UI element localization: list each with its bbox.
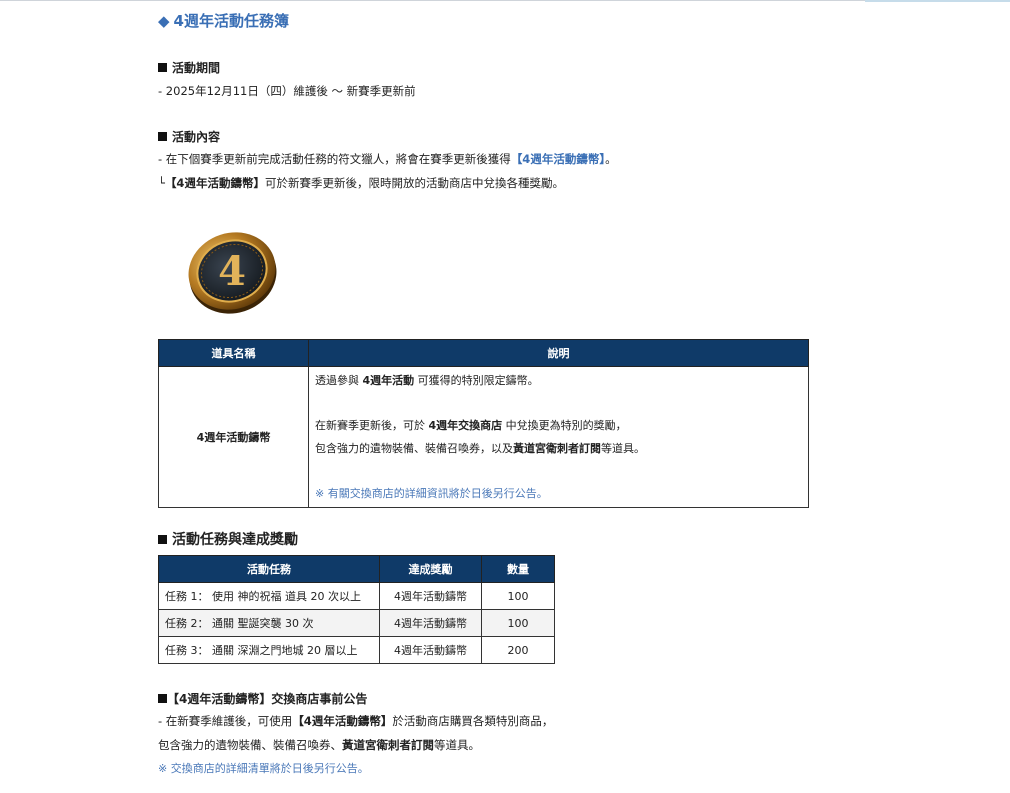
desc-line-1: 透過參與 4週年活動 可獲得的特別限定鑄幣。 bbox=[315, 374, 539, 387]
item-desc-cell: 透過參與 4週年活動 可獲得的特別限定鑄幣。 在新賽季更新後，可於 4週年交換商… bbox=[308, 366, 809, 508]
mission-qty-cell: 100 bbox=[481, 609, 555, 637]
top-border bbox=[0, 0, 1010, 1]
item-desc-header: 說明 bbox=[308, 339, 809, 367]
mission-reward-cell: 4週年活動鑄幣 bbox=[379, 609, 482, 637]
table-row: 任務 1： 使用 神的祝福 道具 20 次以上 4週年活動鑄幣 100 bbox=[158, 582, 555, 610]
shop-line-2: 包含強力的遺物裝備、裝備召喚券、黃道宮衛刺者訂閱等道具。 bbox=[158, 738, 480, 752]
period-heading: 活動期間 bbox=[158, 59, 220, 77]
item-name-header: 道具名稱 bbox=[158, 339, 309, 367]
mission-task-cell: 任務 3： 通關 深淵之門地城 20 層以上 bbox=[158, 636, 380, 664]
item-note: ※ 有關交換商店的詳細資訊將於日後另行公告。 bbox=[315, 486, 548, 500]
desc-line-2: 在新賽季更新後，可於 4週年交換商店 中兌換更為特別的獎勵， bbox=[315, 419, 627, 432]
mission-qty-cell: 100 bbox=[481, 582, 555, 610]
shop-heading: 【4週年活動鑄幣】交換商店事前公告 bbox=[158, 690, 367, 708]
coin-highlight: 【4週年活動鑄幣】 bbox=[510, 152, 606, 166]
mission-reward-cell: 4週年活動鑄幣 bbox=[379, 636, 482, 664]
mission-reward-header: 達成獎勵 bbox=[379, 555, 482, 583]
table-row: 任務 3： 通關 深淵之門地城 20 層以上 4週年活動鑄幣 200 bbox=[158, 636, 555, 664]
mission-task-cell: 任務 1： 使用 神的祝福 道具 20 次以上 bbox=[158, 582, 380, 610]
shop-note: ※ 交換商店的詳細清單將於日後另行公告。 bbox=[158, 762, 369, 775]
mission-qty-cell: 200 bbox=[481, 636, 555, 664]
page-title: ◆ 4週年活動任務簿 bbox=[158, 10, 289, 32]
bullet-square-icon bbox=[158, 132, 167, 141]
mission-task-header: 活動任務 bbox=[158, 555, 380, 583]
item-table: 道具名稱 說明 4週年活動鑄幣 透過參與 4週年活動 可獲得的特別限定鑄幣。 在… bbox=[158, 339, 809, 508]
period-text: - 2025年12月11日（四）維護後 ～ 新賽季更新前 bbox=[158, 84, 416, 98]
item-row: 4週年活動鑄幣 透過參與 4週年活動 可獲得的特別限定鑄幣。 在新賽季更新後，可… bbox=[158, 366, 809, 508]
diamond-icon: ◆ bbox=[158, 12, 170, 30]
shop-line-1: - 在新賽季維護後，可使用【4週年活動鑄幣】於活動商店購買各類特別商品， bbox=[158, 714, 554, 728]
top-border-accent bbox=[865, 0, 1010, 2]
mission-reward-cell: 4週年活動鑄幣 bbox=[379, 582, 482, 610]
mission-task-cell: 任務 2： 通關 聖誕突襲 30 次 bbox=[158, 609, 380, 637]
content-line-1: - 在下個賽季更新前完成活動任務的符文獵人，將會在賽季更新後獲得【4週年活動鑄幣… bbox=[158, 152, 617, 166]
coin-numeral: 4 bbox=[218, 248, 246, 295]
mission-qty-header: 數量 bbox=[481, 555, 555, 583]
bullet-square-icon bbox=[158, 535, 167, 544]
item-name-cell: 4週年活動鑄幣 bbox=[158, 366, 309, 508]
mission-table-header: 活動任務 達成獎勵 數量 bbox=[158, 555, 555, 583]
mission-table: 活動任務 達成獎勵 數量 任務 1： 使用 神的祝福 道具 20 次以上 4週年… bbox=[158, 555, 555, 664]
missions-heading: 活動任務與達成獎勵 bbox=[158, 531, 298, 549]
content-line-2: └【4週年活動鑄幣】可於新賽季更新後，限時開放的活動商店中兌換各種獎勵。 bbox=[158, 176, 564, 190]
page-title-text: 4週年活動任務簿 bbox=[173, 12, 289, 30]
content-heading: 活動內容 bbox=[158, 128, 220, 146]
item-table-header: 道具名稱 說明 bbox=[158, 339, 809, 367]
anniversary-coin-icon: 4 bbox=[188, 232, 277, 314]
bullet-square-icon bbox=[158, 63, 167, 72]
desc-line-3: 包含強力的遺物裝備、裝備召喚券，以及黃道宮衛刺者訂閱等道具。 bbox=[315, 441, 645, 455]
table-row: 任務 2： 通關 聖誕突襲 30 次 4週年活動鑄幣 100 bbox=[158, 609, 555, 637]
bullet-square-icon bbox=[158, 694, 167, 703]
